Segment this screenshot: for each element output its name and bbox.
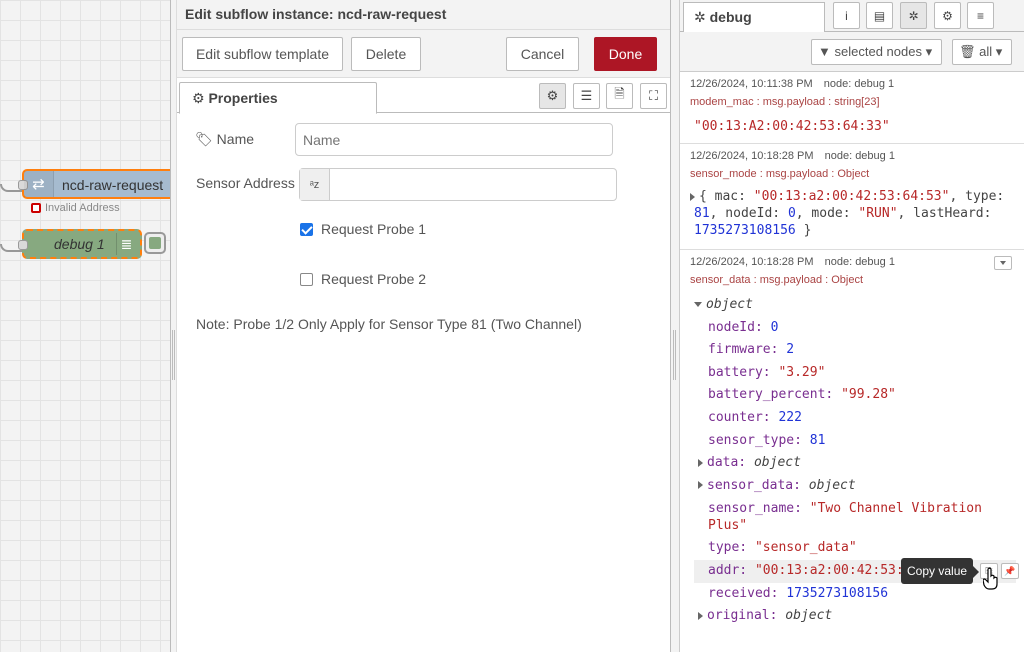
name-label: 🏷 Name — [195, 131, 255, 147]
chevron-down-icon: ▾ — [925, 44, 933, 59]
tab-debug[interactable]: ✲ debug — [683, 2, 825, 32]
expand-icon[interactable] — [698, 481, 703, 490]
msg-node[interactable]: node: debug 1 — [825, 256, 895, 268]
pin-button[interactable]: 📌 — [1001, 563, 1019, 579]
msg-node[interactable]: node: debug 1 — [825, 150, 895, 162]
tray-toolbar: Edit subflow template Delete Cancel Done — [177, 30, 670, 78]
list-tab-icon[interactable]: ☰ — [573, 83, 600, 109]
msg-topic: sensor_data : msg.payload : Object — [690, 274, 864, 286]
filter-dropdown[interactable]: ▼ selected nodes ▾ — [811, 39, 942, 65]
message-menu-button[interactable] — [994, 256, 1012, 270]
grip-icon — [673, 330, 676, 380]
sensor-address-input[interactable]: ᵃz — [299, 168, 617, 201]
workspace-canvas[interactable]: ⇄ ncd-raw-request Invalid Address debug … — [0, 0, 170, 652]
chevron-down-icon: ▾ — [995, 44, 1003, 59]
tray-title: Edit subflow instance: ncd-raw-request — [177, 0, 670, 30]
bug-tab-icon[interactable]: ✲ — [900, 2, 927, 29]
expand-icon[interactable] — [690, 192, 695, 201]
hand-cursor-icon — [983, 567, 998, 590]
input-port[interactable] — [18, 240, 28, 250]
debug-message: 12/26/2024, 10:11:38 PM node: debug 1 mo… — [680, 72, 1024, 144]
gear-icon[interactable]: ⚙ — [934, 2, 961, 29]
probe-note: Note: Probe 1/2 Only Apply for Sensor Ty… — [196, 316, 582, 332]
trash-icon: 🗑 — [959, 44, 976, 59]
list-icon: ≣ — [116, 233, 136, 255]
probe2-label: Request Probe 2 — [321, 271, 427, 287]
sidebar: ✲ debug i ▤ ✲ ⚙ ≡ ▼ selected nodes ▾ 🗑 a… — [680, 0, 1024, 652]
msg-topic: modem_mac : msg.payload : string[23] — [690, 96, 880, 108]
tray-tabs: ⚙ Properties ⚙ ☰ 🗎 ⛶ — [177, 78, 670, 114]
msg-time: 12/26/2024, 10:11:38 PM — [690, 78, 813, 90]
edit-tray: Edit subflow instance: ncd-raw-request E… — [177, 0, 671, 652]
clear-dropdown[interactable]: 🗑 all ▾ — [952, 39, 1012, 65]
sidebar-tabs: ✲ debug i ▤ ✲ ⚙ ≡ — [680, 0, 1024, 32]
msg-time: 12/26/2024, 10:18:28 PM — [690, 256, 814, 268]
expand-icon[interactable] — [698, 611, 703, 620]
tab-properties[interactable]: ⚙ Properties — [179, 82, 377, 114]
debug-node[interactable]: debug 1 ≣ — [18, 229, 142, 259]
tag-icon: 🏷 — [195, 131, 213, 147]
debug-message: 12/26/2024, 10:18:28 PM node: debug 1 se… — [680, 144, 1024, 250]
edit-subflow-template-button[interactable]: Edit subflow template — [182, 37, 343, 71]
debug-toggle-button[interactable] — [144, 232, 166, 254]
cancel-button[interactable]: Cancel — [506, 37, 579, 71]
arrows-icon: ⇄ — [24, 171, 54, 197]
panel-resizer[interactable] — [170, 0, 177, 652]
status-text: Invalid Address — [45, 202, 120, 214]
type-string-icon[interactable]: ᵃz — [300, 169, 330, 200]
node-label: ncd-raw-request — [62, 177, 164, 193]
appearance-tab-icon[interactable]: ⛶ — [640, 83, 667, 109]
database-icon[interactable]: ≡ — [967, 2, 994, 29]
filter-icon: ▼ — [818, 44, 831, 59]
status-ring-icon — [31, 203, 41, 213]
book-icon[interactable]: ▤ — [866, 2, 893, 29]
msg-node[interactable]: node: debug 1 — [824, 78, 894, 90]
msg-value[interactable]: "00:13:A2:00:42:53:64:33" — [690, 118, 1014, 135]
probe1-label: Request Probe 1 — [321, 221, 427, 237]
msg-time: 12/26/2024, 10:18:28 PM — [690, 150, 814, 162]
expand-icon[interactable] — [698, 458, 703, 467]
sensor-address-label: Sensor Address — [196, 175, 295, 191]
collapse-icon[interactable] — [694, 302, 702, 307]
msg-value[interactable]: { mac: "00:13:a2:00:42:53:64:53", type: … — [690, 188, 1014, 239]
node-label: debug 1 — [54, 236, 105, 252]
info-icon[interactable]: i — [833, 2, 860, 29]
delete-button[interactable]: Delete — [351, 37, 421, 71]
probe2-checkbox[interactable] — [300, 273, 313, 286]
sidebar-resizer[interactable] — [671, 0, 680, 652]
ncd-raw-request-node[interactable]: ⇄ ncd-raw-request — [18, 169, 170, 199]
copy-value-tooltip: Copy value — [901, 558, 980, 584]
description-tab-icon[interactable]: 🗎 — [606, 83, 633, 109]
debug-message: 12/26/2024, 10:18:28 PM node: debug 1 se… — [680, 250, 1024, 652]
name-input[interactable] — [295, 123, 613, 156]
probe1-checkbox[interactable] — [300, 223, 313, 236]
grip-icon — [172, 330, 175, 380]
gear-icon: ⚙ — [192, 90, 205, 106]
msg-topic: sensor_mode : msg.payload : Object — [690, 168, 870, 180]
settings-tab-icon[interactable]: ⚙ — [539, 83, 566, 109]
tab-label: Properties — [208, 90, 278, 106]
debug-toolbar: ▼ selected nodes ▾ 🗑 all ▾ — [680, 32, 1024, 72]
bug-icon: ✲ — [694, 9, 706, 25]
done-button[interactable]: Done — [594, 37, 657, 71]
node-status: Invalid Address — [31, 202, 120, 214]
